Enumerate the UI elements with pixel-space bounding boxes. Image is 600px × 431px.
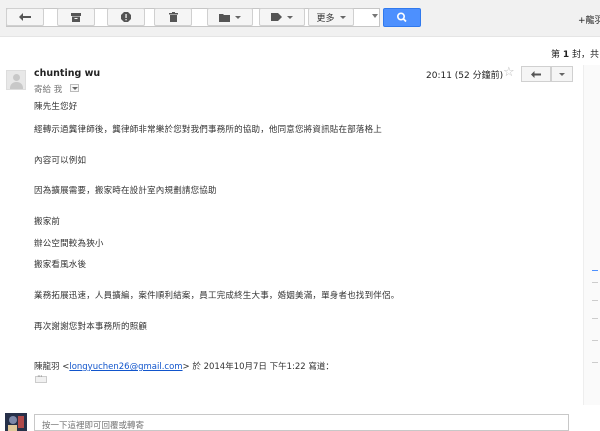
more-label: 更多 — [316, 13, 335, 24]
scroll-marker — [592, 300, 598, 301]
search-options-caret[interactable] — [372, 14, 378, 18]
chevron-down-icon — [559, 72, 565, 76]
quoted-email-link[interactable]: longyuchen26@gmail.com — [69, 362, 182, 372]
message-timestamp: 20:11 (52 分鐘前) — [426, 71, 504, 81]
report-spam-button[interactable] — [107, 8, 145, 26]
user-link[interactable]: +龍羽 — [578, 13, 600, 26]
page-indicator: 第 1 封，共 — [551, 50, 600, 60]
show-trimmed-content-button[interactable] — [35, 372, 47, 383]
star-icon[interactable]: ☆ — [503, 65, 515, 80]
body-line: 辦公空間較為狹小 — [34, 239, 104, 249]
sender-name[interactable]: chunting wu — [34, 68, 100, 79]
reply-button[interactable] — [521, 66, 551, 82]
toolbar — [0, 37, 600, 65]
chevron-down-icon — [339, 15, 346, 19]
search-button[interactable] — [383, 8, 421, 27]
scroll-marker — [592, 340, 598, 341]
folder-icon — [219, 13, 230, 22]
more-actions-button[interactable] — [551, 66, 573, 82]
body-line: 因為擴展需要，搬家時在設計室內規劃請您協助 — [34, 186, 217, 196]
scroll-marker — [592, 282, 598, 283]
archive-button[interactable] — [57, 8, 95, 26]
vertical-scrollbar[interactable] — [583, 65, 600, 405]
back-button[interactable] — [6, 8, 44, 26]
scroll-marker — [592, 318, 598, 319]
reply-icon — [531, 70, 541, 78]
sender-avatar — [6, 70, 26, 90]
reply-input[interactable] — [34, 414, 569, 431]
delete-button[interactable] — [154, 8, 192, 26]
recipient-line: 寄給 我 — [34, 85, 63, 95]
labels-button[interactable] — [259, 8, 305, 26]
my-avatar — [5, 413, 27, 431]
label-icon — [271, 13, 282, 21]
body-line: 再次謝謝您對本事務所的照顧 — [34, 322, 148, 332]
archive-icon — [71, 12, 81, 22]
body-line: 業務拓展迅速，人員擴編，案件順利結案，員工完成終生大事，婚姻美滿，單身者也找到伴… — [34, 291, 400, 301]
chevron-down-icon — [235, 15, 241, 19]
body-line: 搬家看風水後 — [34, 260, 87, 270]
search-icon — [397, 12, 407, 23]
show-details-button[interactable] — [70, 84, 79, 92]
quoted-header: 陳龍羽 <longyuchen26@gmail.com> 於 2014年10月7… — [34, 362, 334, 372]
body-line: 陳先生您好 — [34, 102, 78, 112]
report-spam-icon — [121, 12, 131, 22]
chevron-down-icon — [287, 15, 293, 19]
back-arrow-icon — [19, 13, 31, 21]
more-button[interactable]: 更多 — [308, 8, 354, 26]
body-line: 內容可以例如 — [34, 156, 87, 166]
move-to-button[interactable] — [207, 8, 253, 26]
body-line: 經轉示過龔律師後，龔律師非常樂於您對我們事務所的協助，他同意您將資訊貼在部落格上 — [34, 125, 383, 135]
trash-icon — [168, 12, 178, 22]
body-line: 搬家前 — [34, 217, 61, 227]
scroll-marker — [592, 362, 598, 363]
scroll-marker — [592, 270, 598, 271]
